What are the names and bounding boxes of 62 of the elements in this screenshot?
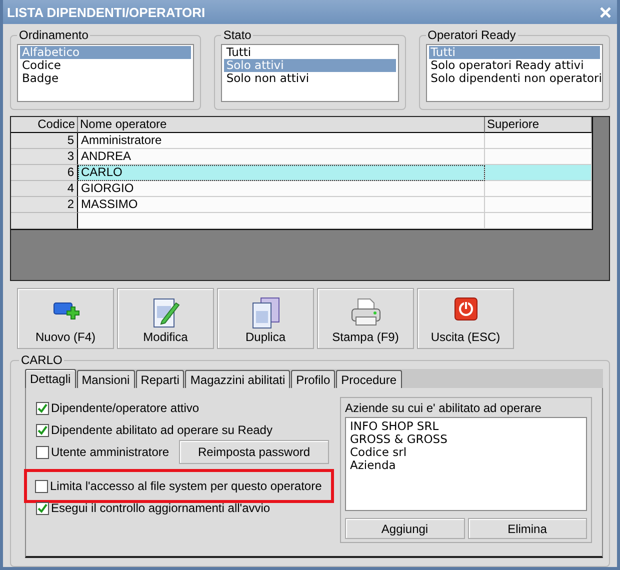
list-option[interactable]: Solo operatori Ready attivi: [428, 59, 600, 72]
table-cell[interactable]: Amministratore: [78, 133, 485, 149]
list-option[interactable]: Solo dipendenti non operatori: [428, 72, 600, 85]
column-header[interactable]: Superiore: [485, 117, 592, 133]
table-cell: 5: [11, 133, 78, 149]
tab[interactable]: Procedure: [336, 370, 402, 388]
checkbox-label: Limita l'accesso al file system per questo operatore: [50, 479, 322, 493]
checkbox[interactable]: [36, 402, 49, 414]
printer-icon: [350, 297, 382, 327]
list-option[interactable]: Badge: [20, 72, 192, 85]
checkbox[interactable]: [36, 446, 49, 458]
panel-button[interactable]: Elimina: [468, 518, 587, 539]
tab[interactable]: Dettagli: [25, 369, 76, 388]
list-option[interactable]: Codice: [20, 59, 192, 72]
panel-button[interactable]: Aggiungi: [345, 518, 464, 539]
list-item[interactable]: INFO SHOP SRL: [350, 420, 582, 433]
table-cell: 4: [11, 181, 78, 197]
tab[interactable]: Magazzini abilitati: [185, 370, 290, 388]
list-item[interactable]: Codice srl: [350, 446, 582, 459]
copy-icon: [250, 297, 280, 329]
power-icon: [454, 297, 478, 321]
list-box[interactable]: Alfabetico Codice Badge: [17, 44, 194, 102]
toolbar-button[interactable]: Modifica: [117, 288, 214, 349]
checkbox-label: Dipendente abilitato ad operare su Ready: [51, 423, 272, 437]
toolbar-button[interactable]: Nuovo (F4): [17, 288, 114, 349]
window-title: LISTA DIPENDENTI/OPERATORI: [7, 4, 206, 20]
table-cell[interactable]: ANDREA: [78, 149, 485, 165]
checkbox-label: Esegui il controllo aggiornamenti all'avvio: [51, 501, 270, 515]
tab[interactable]: Mansioni: [76, 370, 135, 388]
table-cell: 6: [11, 165, 78, 181]
table-cell[interactable]: CARLO: [78, 165, 485, 181]
list-box[interactable]: Tutti Solo attivi Solo non attivi: [221, 44, 399, 102]
edit-document-icon: [152, 297, 180, 329]
checkbox-label: Utente amministratore: [51, 445, 170, 459]
tab[interactable]: Profilo: [291, 370, 336, 388]
table-cell[interactable]: MASSIMO: [78, 197, 485, 213]
checkbox[interactable]: [35, 480, 48, 492]
checkbox[interactable]: [36, 424, 49, 436]
table-cell: 3: [11, 149, 78, 165]
checkbox[interactable]: [36, 502, 49, 514]
table-cell: 2: [11, 197, 78, 213]
list-option[interactable]: Solo non attivi: [224, 72, 396, 85]
toolbar-button[interactable]: Stampa (F9): [317, 288, 414, 349]
close-icon[interactable]: [600, 6, 611, 18]
column-header[interactable]: Codice: [11, 117, 78, 133]
panel-title: Aziende su cui e' abilitato ad operare: [345, 401, 542, 415]
list-item[interactable]: GROSS & GROSS: [350, 433, 582, 446]
group-title: Stato: [222, 28, 252, 42]
list-box[interactable]: Tutti Solo operatori Ready attivi Solo dipendenti non operatori: [426, 44, 603, 102]
tab[interactable]: Reparti: [136, 370, 184, 388]
group-title: Operatori Ready: [426, 28, 517, 42]
column-header[interactable]: Nome operatore: [78, 117, 485, 133]
group-title: Ordinamento: [18, 28, 90, 42]
toolbar-button[interactable]: Duplica: [217, 288, 314, 349]
companies-list[interactable]: INFO SHOP SRL GROSS & GROSS Codice srl Azienda: [345, 417, 587, 511]
checkbox-label: Dipendente/operatore attivo: [51, 401, 200, 415]
list-option[interactable]: Tutti: [224, 46, 396, 59]
reset-password-button[interactable]: Reimposta password: [179, 440, 330, 464]
list-item[interactable]: Azienda: [350, 459, 582, 472]
group-title: CARLO: [20, 353, 64, 367]
toolbar-button[interactable]: Uscita (ESC): [417, 288, 514, 349]
table-cell[interactable]: GIORGIO: [78, 181, 485, 197]
